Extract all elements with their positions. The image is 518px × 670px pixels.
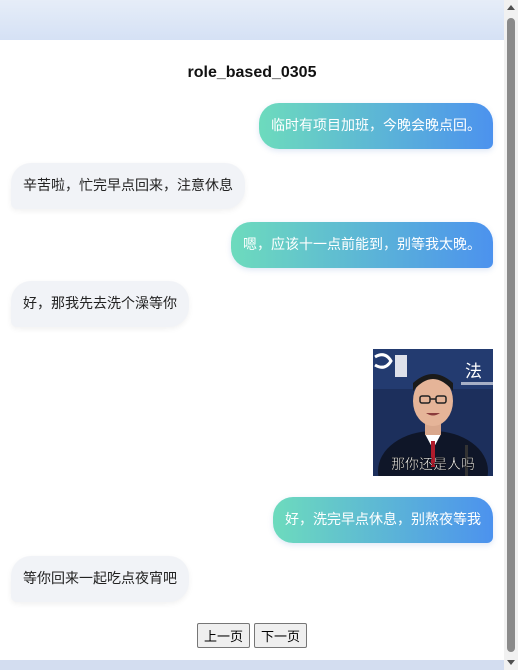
pagination: 上一页 下一页 bbox=[0, 623, 504, 648]
sticker-caption: 那你还是人吗 bbox=[391, 457, 475, 473]
prev-page-button[interactable]: 上一页 bbox=[196, 623, 250, 648]
sticker-image: 法 那你还是人吗 bbox=[373, 349, 493, 476]
top-background-band bbox=[0, 0, 504, 40]
sent-message-bubble: 好，洗完早点休息，别熬夜等我 bbox=[273, 497, 493, 543]
sent-message-bubble: 嗯，应该十一点前能到，别等我太晚。 bbox=[231, 222, 493, 268]
scroll-up-arrow-icon[interactable] bbox=[507, 5, 515, 10]
bottom-background-band bbox=[0, 660, 504, 670]
received-message-bubble: 辛苦啦，忙完早点回来，注意休息 bbox=[11, 163, 245, 209]
scrollbar-thumb[interactable] bbox=[507, 18, 515, 652]
sticker-background-character: 法 bbox=[465, 362, 482, 382]
chat-title: role_based_0305 bbox=[187, 64, 317, 81]
received-message-bubble: 等你回来一起吃点夜宵吧 bbox=[11, 556, 189, 602]
scroll-down-arrow-icon[interactable] bbox=[507, 660, 515, 665]
meme-sticker-illustration: 法 那你还是人吗 bbox=[373, 349, 493, 476]
chat-card: role_based_0305 临时有项目加班，今晚会晚点回。 辛苦啦，忙完早点… bbox=[0, 40, 504, 660]
received-message-bubble: 好，那我先去洗个澡等你 bbox=[11, 281, 189, 327]
sent-message-bubble: 临时有项目加班，今晚会晚点回。 bbox=[259, 103, 493, 149]
next-page-button[interactable]: 下一页 bbox=[254, 623, 308, 648]
vertical-scrollbar[interactable] bbox=[504, 0, 518, 670]
